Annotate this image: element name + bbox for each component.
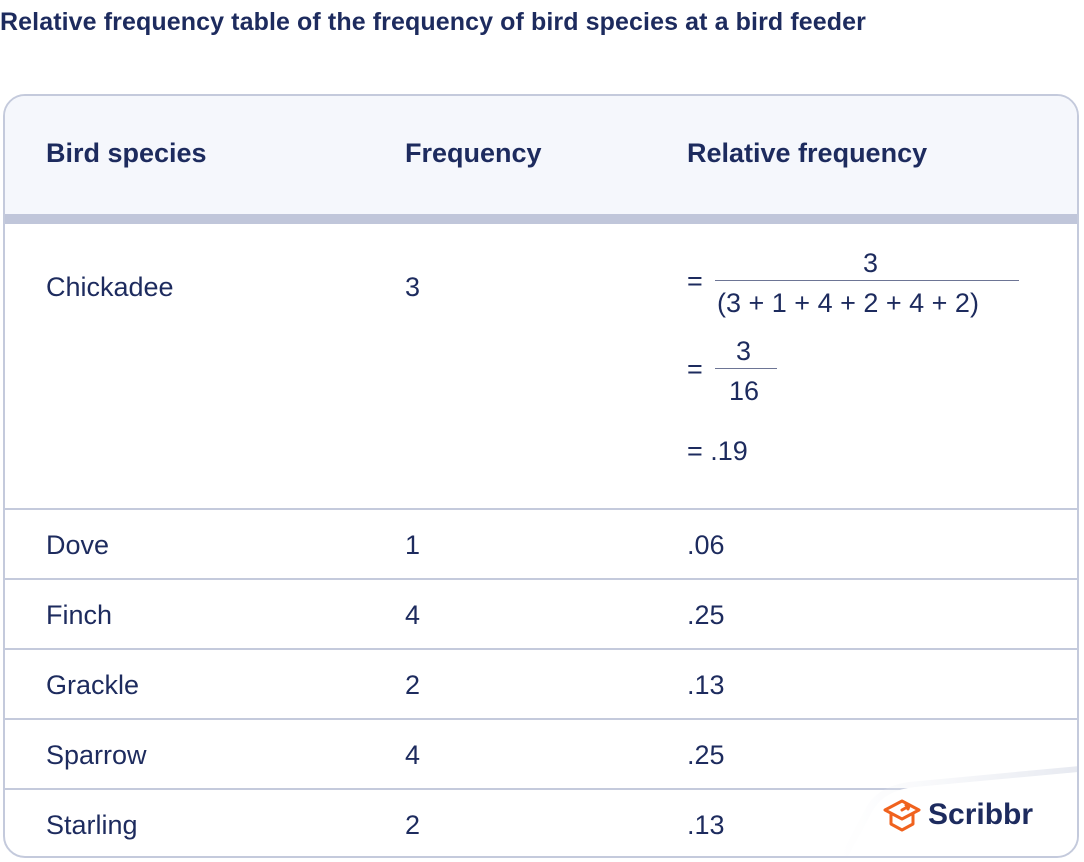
frequency-table: Bird species Frequency Relative frequenc…: [3, 94, 1079, 858]
frequency-cell: 4: [405, 600, 421, 630]
relative-frequency-cell: .25: [687, 740, 725, 770]
fraction-bar: [715, 368, 777, 369]
graduation-cap-icon: [883, 799, 921, 832]
result-value: = .19: [687, 436, 748, 466]
brand-name: Scribbr: [928, 798, 1034, 831]
species-cell: Finch: [46, 600, 113, 630]
header-relative-frequency: Relative frequency: [687, 138, 928, 168]
scribbr-logo: Scribbr: [882, 797, 1033, 833]
frequency-cell: 4: [405, 740, 421, 770]
species-cell: Sparrow: [46, 740, 147, 770]
relative-frequency-cell: .25: [687, 600, 725, 630]
species-cell: Chickadee: [46, 272, 174, 302]
table-row: Grackle 2 .13: [5, 648, 1077, 720]
frequency-cell: 2: [405, 810, 421, 840]
fraction-bar: [715, 280, 1019, 281]
frequency-cell: 2: [405, 670, 421, 700]
equals-sign: =: [687, 354, 703, 384]
equals-sign: =: [687, 266, 703, 296]
relative-frequency-cell: .13: [687, 670, 725, 700]
header-frequency: Frequency: [405, 138, 542, 168]
relative-frequency-cell: .06: [687, 530, 725, 560]
fraction-numerator: 3: [863, 248, 879, 278]
table-row: Finch 4 .25: [5, 578, 1077, 650]
fraction-denominator: 16: [729, 376, 760, 406]
table-header: Bird species Frequency Relative frequenc…: [5, 96, 1077, 214]
frequency-cell: 3: [405, 272, 421, 302]
species-cell: Dove: [46, 530, 110, 560]
table-row: Dove 1 .06: [5, 508, 1077, 580]
species-cell: Starling: [46, 810, 138, 840]
header-divider: [5, 214, 1077, 224]
page-title: Relative frequency table of the frequenc…: [0, 8, 866, 36]
relative-frequency-cell: .13: [687, 810, 725, 840]
fraction-denominator: (3 + 1 + 4 + 2 + 4 + 2): [717, 288, 979, 318]
fraction-numerator: 3: [736, 336, 752, 366]
frequency-cell: 1: [405, 530, 421, 560]
header-bird-species: Bird species: [46, 138, 207, 168]
species-cell: Grackle: [46, 670, 140, 700]
